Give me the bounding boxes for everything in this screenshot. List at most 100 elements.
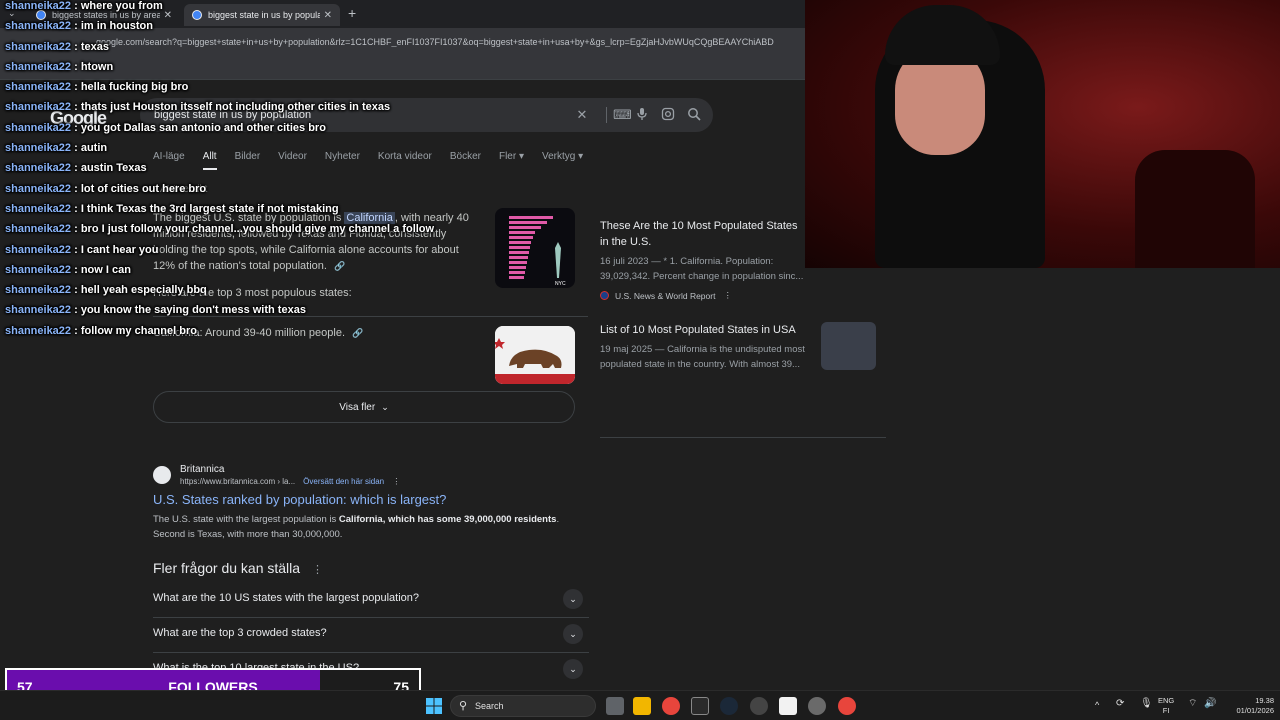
- clear-icon[interactable]: ✕: [574, 107, 590, 123]
- chat-text: : autin: [71, 142, 108, 155]
- tab-books[interactable]: Böcker: [450, 151, 481, 170]
- streamer-beanie: [885, 5, 1000, 65]
- chat-message: shanneika22 : austin Texas: [5, 158, 425, 178]
- britannica-logo-icon: [153, 466, 171, 484]
- keyboard-icon[interactable]: ⌨: [606, 107, 632, 123]
- card-meta: 19 maj 2025 — California is the undisput…: [600, 344, 805, 370]
- chat-username: shanneika22: [5, 60, 72, 73]
- california-flag-thumbnail[interactable]: [495, 326, 575, 384]
- chat-text: : where you from: [71, 0, 163, 12]
- result-url-text[interactable]: https://www.britannica.com › la...: [180, 477, 295, 486]
- chat-text: : texas: [71, 40, 109, 53]
- result-url: https://www.britannica.com › la... Översä…: [180, 477, 400, 486]
- chat-message: shanneika22 : autin: [5, 138, 425, 158]
- tab-tools[interactable]: Verktyg ▾: [542, 151, 583, 170]
- chrome-icon[interactable]: [662, 697, 680, 715]
- chat-message: shanneika22 : htown: [5, 57, 425, 77]
- thumb-label: NYC: [555, 281, 566, 287]
- mic-icon[interactable]: [634, 107, 650, 123]
- paa-question-text: What are the top 3 crowded states?: [153, 627, 327, 639]
- chat-message: shanneika22 : bro I just follow your cha…: [5, 219, 434, 239]
- obs-icon[interactable]: [750, 697, 768, 715]
- chevron-down-icon[interactable]: ⌄: [563, 624, 583, 644]
- chat-text: : lot of cities out here bro: [71, 182, 207, 195]
- tab-more[interactable]: Fler ▾: [499, 151, 524, 170]
- chat-message: shanneika22 : I cant hear you: [5, 240, 425, 260]
- search-icon[interactable]: [686, 107, 702, 123]
- chevron-down-icon[interactable]: ⌄: [563, 659, 583, 679]
- chat-text: : bro I just follow your channel...you s…: [71, 223, 435, 236]
- chat-text: : hella fucking big bro: [71, 81, 189, 94]
- language-indicator[interactable]: ENG FI: [1158, 696, 1174, 716]
- paa-question[interactable]: What are the top 3 crowded states? ⌄: [153, 618, 589, 653]
- result-site-name[interactable]: Britannica: [180, 464, 224, 475]
- card-title[interactable]: List of 10 Most Populated States in USA: [600, 322, 805, 338]
- population-chart-thumbnail[interactable]: NYC: [495, 208, 575, 288]
- file-explorer-icon[interactable]: [633, 697, 651, 715]
- chat-username: shanneika22: [5, 142, 72, 155]
- chat-message: shanneika22 : you got Dallas san antonio…: [5, 118, 425, 138]
- chat-message: shanneika22 : where you from: [5, 0, 425, 16]
- chat-overlay: shanneika22 : where you from shanneika22 …: [5, 0, 434, 341]
- paa-question-text: What are the 10 US states with the large…: [153, 592, 419, 604]
- chat-username: shanneika22: [5, 101, 72, 114]
- settings-icon[interactable]: [808, 697, 826, 715]
- chat-text: : htown: [71, 60, 114, 73]
- more-options-icon[interactable]: ⋮: [312, 564, 323, 576]
- chat-username: shanneika22: [5, 202, 72, 215]
- chat-username: shanneika22: [5, 182, 72, 195]
- card-title[interactable]: These Are the 10 Most Populated States i…: [600, 218, 805, 250]
- translate-link[interactable]: Översätt den här sidan: [303, 477, 384, 486]
- screen: ⌄ biggest states in us by area - S ✕ big…: [0, 0, 1280, 720]
- capcut-icon[interactable]: [779, 697, 797, 715]
- chat-message: shanneika22 : you know the saying don't …: [5, 300, 425, 320]
- paa-question[interactable]: What are the 10 US states with the large…: [153, 583, 589, 618]
- lens-icon[interactable]: [660, 107, 676, 123]
- chat-username: shanneika22: [5, 243, 72, 256]
- chevron-down-icon: ⌄: [381, 401, 389, 412]
- chat-text: : you know the saying don't mess with te…: [71, 304, 306, 317]
- snippet-part: The U.S. state with the largest populati…: [153, 514, 339, 525]
- chevron-up-icon[interactable]: ^: [1095, 700, 1099, 710]
- show-more-button[interactable]: Visa fler ⌄: [153, 391, 575, 423]
- more-options-icon[interactable]: ⋮: [392, 477, 400, 486]
- chat-text: : follow my channel bro: [71, 324, 197, 337]
- chrome-icon[interactable]: [838, 697, 856, 715]
- chat-message: shanneika22 : I think Texas the 3rd larg…: [5, 199, 425, 219]
- region-code: FI: [1162, 706, 1170, 715]
- chat-username: shanneika22: [5, 121, 72, 134]
- chat-message: shanneika22 : hella fucking big bro: [5, 77, 425, 97]
- chat-username: shanneika22: [5, 223, 72, 236]
- epic-games-icon[interactable]: [691, 697, 709, 715]
- task-view-icon[interactable]: [606, 697, 624, 715]
- steam-icon[interactable]: [720, 697, 738, 715]
- card-thumbnail[interactable]: [821, 322, 876, 370]
- chat-text: : I think Texas the 3rd largest state if…: [71, 202, 339, 215]
- source-name: U.S. News & World Report: [615, 290, 716, 301]
- chat-text: : you got Dallas san antonio and other c…: [71, 121, 326, 134]
- chat-username: shanneika22: [5, 263, 72, 276]
- chat-text: : hell yeah especially bbq: [71, 284, 207, 297]
- source-logo-icon: [600, 291, 609, 300]
- card-source: U.S. News & World Report ⋮: [600, 290, 886, 301]
- wifi-icon[interactable]: ⌔: [1188, 699, 1197, 709]
- windows-start-icon[interactable]: [425, 697, 443, 715]
- clock[interactable]: 19.38 01/01/2026: [1222, 696, 1274, 716]
- chat-text: : austin Texas: [71, 162, 147, 175]
- paa-heading-text: Fler frågor du kan ställa: [153, 560, 301, 576]
- more-options-icon[interactable]: ⋮: [723, 290, 732, 301]
- taskbar-search[interactable]: ⚲ Search: [450, 695, 596, 717]
- gaming-chair: [1135, 150, 1255, 268]
- chat-text: : im in houston: [71, 20, 153, 33]
- taskbar-search-label: Search: [475, 701, 504, 711]
- chevron-down-icon[interactable]: ⌄: [563, 589, 583, 609]
- volume-icon[interactable]: 🔊: [1204, 699, 1216, 709]
- chat-username: shanneika22: [5, 324, 72, 337]
- result-title-link[interactable]: U.S. States ranked by population: which …: [153, 492, 446, 507]
- chat-username: shanneika22: [5, 20, 72, 33]
- result-snippet: The U.S. state with the largest populati…: [153, 512, 589, 542]
- mic-icon[interactable]: 🎙: [1140, 699, 1153, 709]
- clock-date: 01/01/2026: [1236, 706, 1274, 715]
- sync-icon[interactable]: ⟳: [1116, 699, 1124, 709]
- chat-message: shanneika22 : hell yeah especially bbq: [5, 280, 425, 300]
